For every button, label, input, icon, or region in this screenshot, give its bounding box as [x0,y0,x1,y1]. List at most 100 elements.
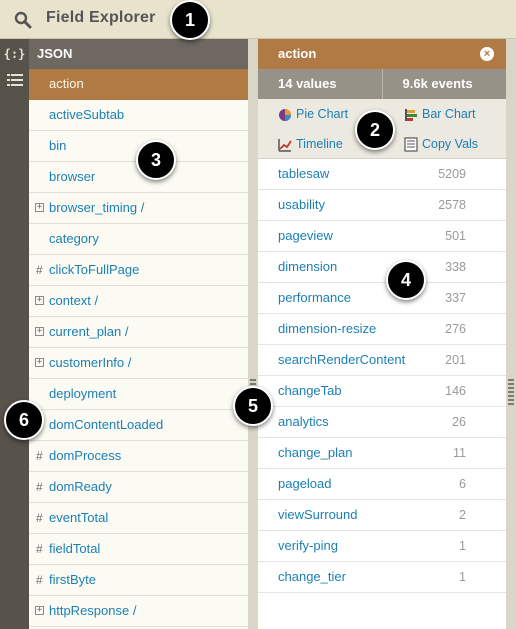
callout-5: 5 [233,386,273,426]
field-item-label: domProcess [49,448,122,463]
value-row[interactable]: changeTab 146 [258,376,506,407]
callout-6: 6 [4,400,44,440]
pie-chart-button[interactable]: Pie Chart [278,105,348,123]
field-item[interactable]: activeSubtab [29,100,248,131]
callout-1: 1 [170,0,210,40]
field-detail-title: action [278,46,317,61]
value-label: analytics [278,414,329,429]
callout-4: 4 [386,260,426,300]
field-item-label: eventTotal [49,510,109,525]
value-count: 146 [445,384,466,398]
copy-icon [404,137,418,152]
panel-divider[interactable] [248,39,258,629]
timeline-icon [278,138,292,152]
field-item-label: category [49,231,99,246]
value-row[interactable]: analytics 26 [258,407,506,438]
value-row[interactable]: pageview 501 [258,221,506,252]
bar-chart-label: Bar Chart [422,107,476,121]
right-edge-divider[interactable] [506,39,516,629]
right-resize-grip[interactable] [508,379,514,405]
field-item[interactable]: action [29,69,248,100]
value-row[interactable]: change_plan 11 [258,438,506,469]
numeric-field-icon: # [36,573,43,587]
field-item-label: httpResponse / [49,603,137,618]
value-count: 26 [452,415,466,429]
value-row[interactable]: viewSurround 2 [258,500,506,531]
field-item-label: action [49,76,84,91]
value-count: 2 [459,508,466,522]
value-row[interactable]: change_tier 1 [258,562,506,593]
value-row[interactable]: performance 337 [258,283,506,314]
field-item[interactable]: # domProcess [29,441,248,472]
field-item-label: domReady [49,479,112,494]
field-item[interactable]: # domReady [29,472,248,503]
expand-icon[interactable]: + [35,358,44,367]
expand-icon[interactable]: + [35,296,44,305]
field-item[interactable]: # firstByte [29,565,248,596]
field-item-label: customerInfo / [49,355,132,370]
expand-icon[interactable]: + [35,327,44,336]
field-item[interactable]: + browser_timing / [29,193,248,224]
numeric-field-icon: # [36,263,43,277]
field-item-label: fieldTotal [49,541,101,556]
value-label: performance [278,290,351,305]
timeline-button[interactable]: Timeline [278,135,343,153]
value-row[interactable]: usability 2578 [258,190,506,221]
expand-icon[interactable]: + [35,203,44,212]
tool-strip: {:} [0,39,29,629]
value-row[interactable]: dimension 338 [258,252,506,283]
json-view-icon[interactable]: {:} [3,43,26,65]
field-item[interactable]: + context / [29,286,248,317]
expand-icon[interactable]: + [35,606,44,615]
field-item[interactable]: # fieldTotal [29,534,248,565]
value-row[interactable]: tablesaw 5209 [258,159,506,190]
value-count: 1 [459,539,466,553]
callout-2: 2 [355,110,395,150]
copy-vals-button[interactable]: Copy Vals [404,135,478,153]
value-label: pageload [278,476,332,491]
value-count: 1 [459,570,466,584]
field-item[interactable]: + current_plan / [29,317,248,348]
field-item[interactable]: + customerInfo / [29,348,248,379]
field-item-label: browser_timing / [49,200,145,215]
value-count: 11 [453,446,466,460]
value-count: 338 [445,260,466,274]
value-count: 337 [445,291,466,305]
copy-vals-label: Copy Vals [422,137,479,151]
value-row[interactable]: searchRenderContent 201 [258,345,506,376]
field-detail-header: action × [258,39,506,69]
callout-3: 3 [136,140,176,180]
value-label: tablesaw [278,166,330,181]
value-row[interactable]: pageload 6 [258,469,506,500]
pie-chart-label: Pie Chart [296,107,349,121]
field-item-label: activeSubtab [49,107,125,122]
field-item[interactable]: deployment [29,379,248,410]
value-label: usability [278,197,325,212]
list-view-icon[interactable] [3,69,26,91]
value-row[interactable]: dimension-resize 276 [258,314,506,345]
value-label: verify-ping [278,538,338,553]
value-label: searchRenderContent [278,352,406,367]
pie-chart-icon [279,108,291,121]
field-list-panel: JSON action activeSubtab bin browser + browse… [29,39,248,629]
search-icon[interactable] [14,11,32,29]
value-label: change_tier [278,569,346,584]
field-item[interactable]: # clickToFullPage [29,255,248,286]
value-label: changeTab [278,383,342,398]
field-item-label: bin [49,138,67,153]
field-explorer-header: Field Explorer [0,0,516,39]
value-count: 201 [445,353,466,367]
field-item[interactable]: # eventTotal [29,503,248,534]
close-icon[interactable]: × [480,47,494,61]
bar-chart-button[interactable]: Bar Chart [404,105,476,123]
field-item[interactable]: domContentLoaded [29,410,248,441]
value-label: pageview [278,228,333,243]
value-label: change_plan [278,445,353,460]
field-item-label: deployment [49,386,117,401]
field-item[interactable]: + httpResponse / [29,596,248,627]
field-item-label: current_plan / [49,324,129,339]
value-label: dimension-resize [278,321,377,336]
field-item[interactable]: category [29,224,248,255]
value-row[interactable]: verify-ping 1 [258,531,506,562]
numeric-field-icon: # [36,449,43,463]
